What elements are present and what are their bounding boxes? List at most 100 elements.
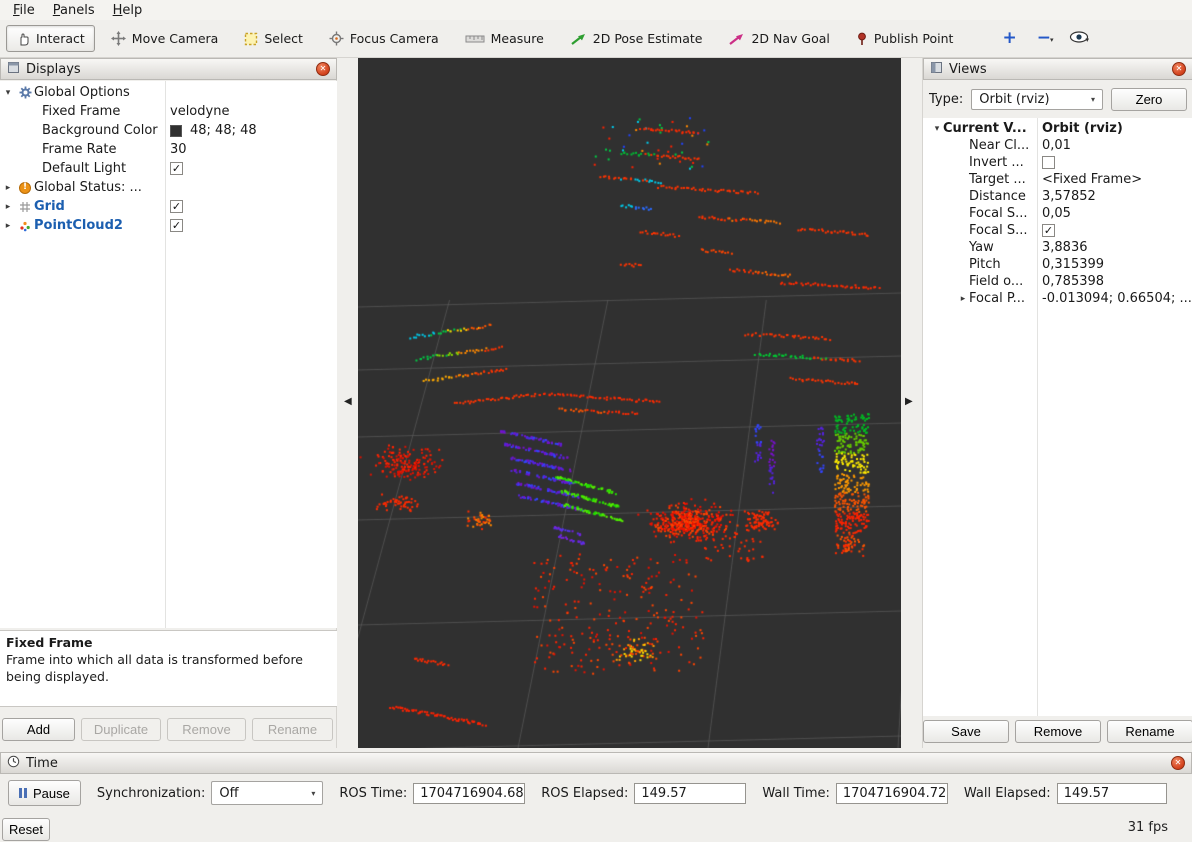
expander-open-icon[interactable]: ▾	[931, 124, 943, 134]
3d-viewport-canvas[interactable]	[358, 58, 901, 748]
rename-view-button[interactable]: Rename	[1107, 720, 1192, 743]
ros-elapsed-field[interactable]: 149.57	[634, 783, 746, 804]
close-icon[interactable]: ✕	[316, 62, 330, 76]
expander-closed-icon[interactable]: ▸	[957, 294, 969, 304]
publish-point-tool-button[interactable]: Publish Point	[846, 25, 964, 52]
background-color-value[interactable]: 48; 48; 48	[165, 123, 337, 138]
synchronization-select[interactable]: Off ▾	[211, 781, 323, 805]
view-row-target-frame[interactable]: Target ... <Fixed Frame>	[923, 171, 1192, 188]
property-name: Focal S...	[969, 206, 1027, 221]
check-icon: ✓	[172, 220, 181, 231]
default-light-checkbox[interactable]: ✓	[170, 162, 183, 175]
display-name: PointCloud2	[34, 218, 123, 233]
expander-closed-icon[interactable]: ▸	[0, 221, 16, 231]
menu-file[interactable]: File	[4, 2, 44, 19]
tree-row-default-light[interactable]: Default Light ✓	[0, 159, 337, 178]
view-row-yaw[interactable]: Yaw 3,8836	[923, 239, 1192, 256]
ruler-icon	[465, 33, 485, 45]
property-name: Distance	[969, 189, 1026, 204]
select-tool-button[interactable]: Select	[234, 25, 313, 52]
grid-enabled-checkbox[interactable]: ✓	[170, 200, 183, 213]
expander-closed-icon[interactable]: ▸	[0, 183, 16, 193]
save-view-button[interactable]: Save	[923, 720, 1009, 743]
tool-label: Interact	[36, 31, 85, 46]
tree-row-global-status[interactable]: ▸ ! Global Status: ...	[0, 178, 337, 197]
time-panel-header[interactable]: Time ✕	[0, 752, 1192, 774]
add-tool-button[interactable]: +	[999, 30, 1019, 47]
wall-time-field[interactable]: 1704716904.72	[836, 783, 948, 804]
nav-goal-tool-button[interactable]: 2D Nav Goal	[718, 25, 839, 52]
tree-row-background-color[interactable]: Background Color 48; 48; 48	[0, 121, 337, 140]
frame-rate-value[interactable]: 30	[165, 142, 337, 157]
views-panel-header[interactable]: Views ✕	[923, 58, 1192, 80]
view-row-current-view[interactable]: ▾ Current V... Orbit (rviz)	[923, 120, 1192, 137]
view-type-select[interactable]: Orbit (rviz) ▾	[971, 89, 1103, 110]
views-panel: Views ✕ Type: Orbit (rviz) ▾ Zero ▾ Curr…	[922, 58, 1192, 748]
chevron-down-icon[interactable]: ▾	[1085, 36, 1089, 44]
fixed-frame-value[interactable]: velodyne	[165, 104, 337, 119]
collapse-right-panel-arrow[interactable]: ▶	[905, 396, 913, 407]
menu-panels[interactable]: Panels	[44, 2, 104, 19]
focal-shape-checkbox[interactable]: ✓	[1042, 224, 1055, 237]
focus-camera-tool-button[interactable]: Focus Camera	[319, 25, 449, 52]
view-row-focal-shape-fixed[interactable]: Focal S... ✓	[923, 222, 1192, 239]
panel-icon	[930, 61, 943, 78]
measure-tool-button[interactable]: Measure	[455, 25, 554, 52]
tree-row-global-options[interactable]: ▾ Global Options	[0, 83, 337, 102]
interact-tool-button[interactable]: Interact	[6, 25, 95, 52]
rviz-window: File Panels Help Interact Move Camera Se…	[0, 0, 1192, 842]
pose-estimate-tool-button[interactable]: 2D Pose Estimate	[560, 25, 713, 52]
property-value: 30	[170, 142, 187, 157]
help-text: Frame into which all data is transformed…	[6, 652, 331, 686]
add-button[interactable]: Add	[2, 718, 75, 741]
collapse-left-panel-arrow[interactable]: ◀	[344, 396, 352, 407]
pause-icon	[19, 788, 27, 798]
status-bar: Reset 31 fps	[0, 812, 1192, 842]
view-row-distance[interactable]: Distance 3,57852	[923, 188, 1192, 205]
view-row-focal-shape-size[interactable]: Focal S... 0,05	[923, 205, 1192, 222]
view-row-focal-point[interactable]: ▸ Focal P... -0.013094; 0.66504; ...	[923, 290, 1192, 307]
view-row-pitch[interactable]: Pitch 0,315399	[923, 256, 1192, 273]
property-value: -0.013094; 0.66504; ...	[1042, 291, 1192, 306]
view-row-near-clip[interactable]: Near Cl... 0,01	[923, 137, 1192, 154]
tool-label: 2D Nav Goal	[751, 31, 829, 46]
reset-button[interactable]: Reset	[2, 818, 50, 841]
panel-title: Views	[949, 62, 987, 77]
synchronization-label: Synchronization:	[97, 786, 206, 801]
pause-button[interactable]: Pause	[8, 780, 81, 806]
property-name: Near Cl...	[969, 138, 1029, 153]
property-name: Current V...	[943, 121, 1027, 136]
expander-closed-icon[interactable]: ▸	[0, 202, 16, 212]
menu-help[interactable]: Help	[104, 2, 152, 19]
remove-button[interactable]: Remove	[167, 718, 246, 741]
tree-row-frame-rate[interactable]: Frame Rate 30	[0, 140, 337, 159]
chevron-down-icon[interactable]: ▾	[1050, 36, 1054, 44]
duplicate-button[interactable]: Duplicate	[81, 718, 161, 741]
close-icon[interactable]: ✕	[1171, 756, 1185, 770]
ros-elapsed-label: ROS Elapsed:	[541, 786, 628, 801]
invert-checkbox[interactable]	[1042, 156, 1055, 169]
view-row-invert-zaxis[interactable]: Invert ...	[923, 154, 1192, 171]
property-name: Global Status: ...	[34, 180, 142, 195]
wall-elapsed-field[interactable]: 149.57	[1057, 783, 1167, 804]
synchronization-value: Off	[219, 786, 238, 801]
expander-open-icon[interactable]: ▾	[0, 88, 16, 98]
menu-bar: File Panels Help	[0, 0, 1192, 20]
tree-row-fixed-frame[interactable]: Fixed Frame velodyne	[0, 102, 337, 121]
ros-time-field[interactable]: 1704716904.68	[413, 783, 525, 804]
tree-row-pointcloud2[interactable]: ▸ PointCloud2 ✓	[0, 216, 337, 235]
tree-row-grid[interactable]: ▸ Grid ✓	[0, 197, 337, 216]
rename-button[interactable]: Rename	[252, 718, 333, 741]
time-panel-body: Pause Synchronization: Off ▾ ROS Time: 1…	[0, 774, 1192, 812]
displays-panel-header[interactable]: Displays ✕	[0, 58, 337, 80]
pointcloud2-enabled-checkbox[interactable]: ✓	[170, 219, 183, 232]
view-row-field-of-view[interactable]: Field o... 0,785398	[923, 273, 1192, 290]
close-icon[interactable]: ✕	[1172, 62, 1186, 76]
tool-label: 2D Pose Estimate	[593, 31, 703, 46]
hand-icon	[16, 32, 30, 46]
panel-title: Time	[26, 756, 58, 771]
remove-view-button[interactable]: Remove	[1015, 720, 1101, 743]
move-camera-tool-button[interactable]: Move Camera	[101, 25, 229, 52]
zero-button[interactable]: Zero	[1111, 88, 1187, 111]
property-value: 0,315399	[1042, 257, 1104, 272]
